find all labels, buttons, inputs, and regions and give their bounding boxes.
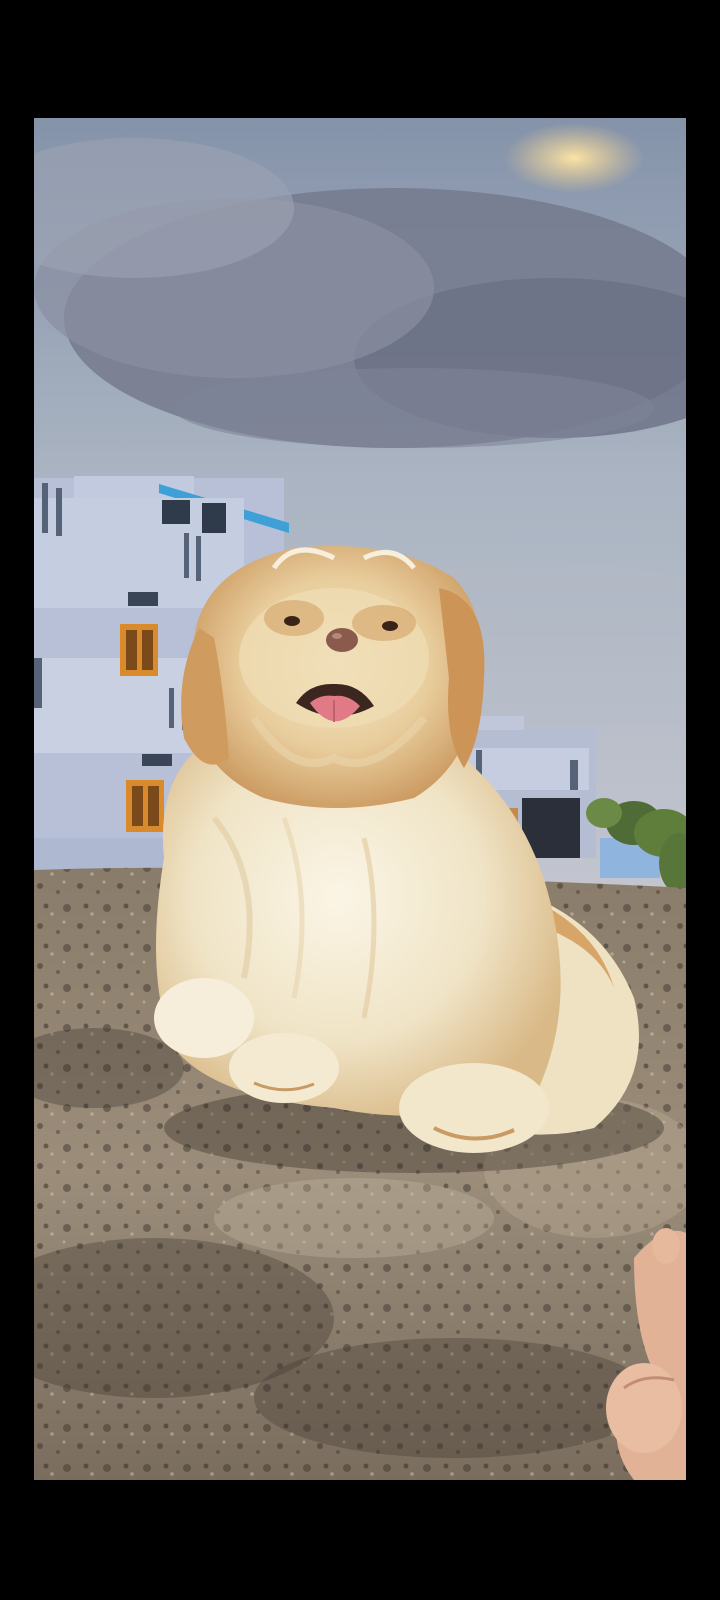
eye xyxy=(284,616,300,626)
nose xyxy=(326,628,358,652)
eye xyxy=(382,621,398,631)
photo-canvas xyxy=(34,118,686,1480)
image-viewer xyxy=(0,0,720,1600)
photo[interactable] xyxy=(34,118,686,1480)
